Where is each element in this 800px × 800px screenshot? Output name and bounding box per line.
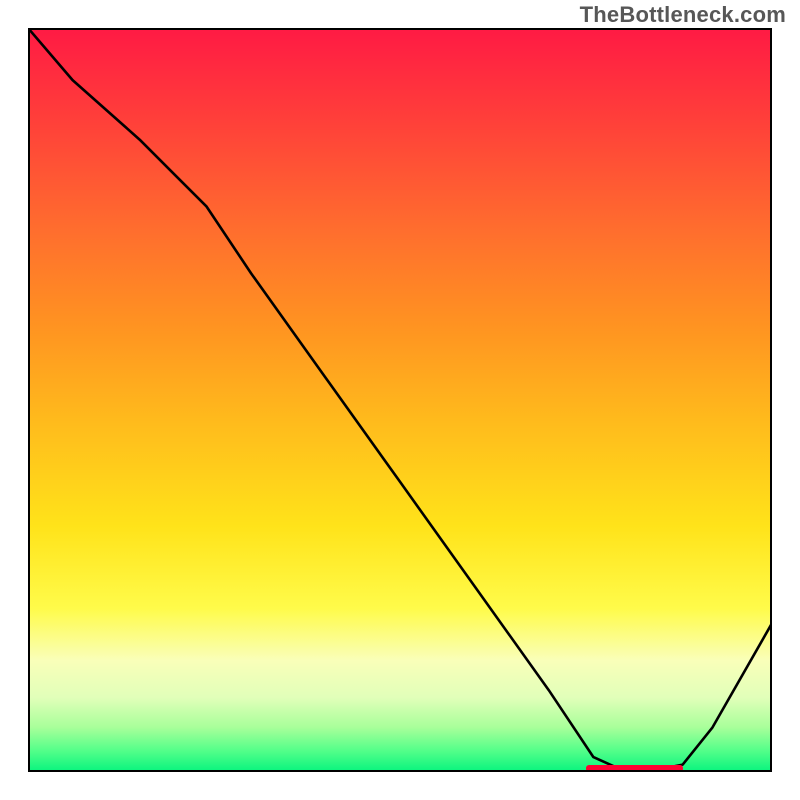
optimal-range-marker <box>586 765 683 772</box>
chart-gradient-background <box>28 28 772 772</box>
attribution-text: TheBottleneck.com <box>580 2 786 28</box>
